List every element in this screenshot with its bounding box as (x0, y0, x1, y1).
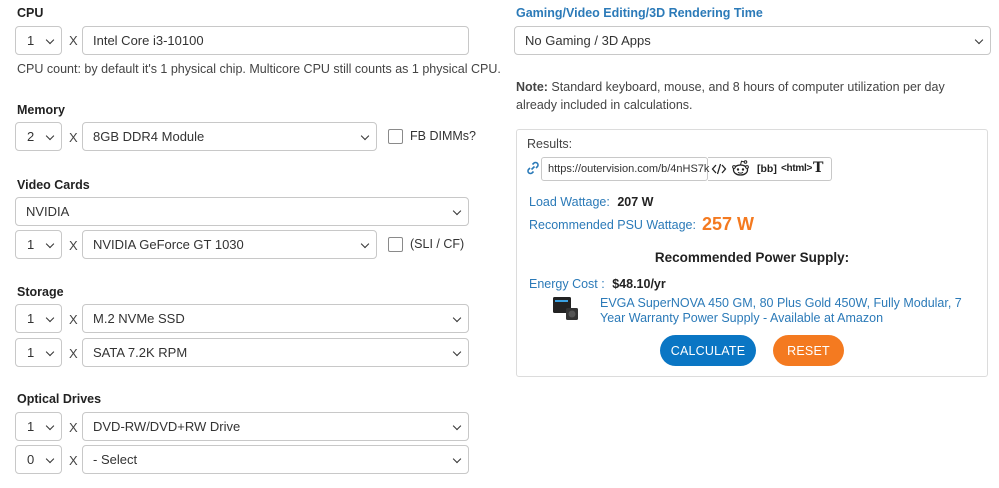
psu-wattage-row: Recommended PSU Wattage: 257 W (529, 214, 754, 235)
video-quantity-value: 1 (27, 237, 35, 252)
video-cards-label: Video Cards (17, 178, 90, 192)
optical-quantity-value: 1 (27, 419, 35, 434)
chevron-down-icon (452, 313, 462, 323)
storage-type-select-2[interactable]: SATA 7.2K RPM (82, 338, 469, 367)
load-wattage-label: Load Wattage: (529, 195, 610, 209)
storage-type-value: SATA 7.2K RPM (93, 345, 188, 360)
chevron-down-icon (45, 421, 55, 431)
gaming-time-select[interactable]: No Gaming / 3D Apps (514, 26, 991, 55)
reset-button[interactable]: RESET (773, 335, 844, 366)
chevron-down-icon (974, 35, 984, 45)
chevron-down-icon (45, 35, 55, 45)
storage-type-select-1[interactable]: M.2 NVMe SSD (82, 304, 469, 333)
multiply-sign: X (69, 346, 78, 361)
optical-type-value: DVD-RW/DVD+RW Drive (93, 419, 241, 434)
cpu-count-note: CPU count: by default it's 1 physical ch… (17, 62, 501, 76)
multiply-sign: X (69, 420, 78, 435)
gaming-time-value: No Gaming / 3D Apps (525, 33, 651, 48)
optical-type-select-1[interactable]: DVD-RW/DVD+RW Drive (82, 412, 469, 441)
storage-quantity-select-1[interactable]: 1 (15, 304, 62, 333)
optical-type-select-2[interactable]: - Select (82, 445, 469, 474)
cpu-quantity-value: 1 (27, 33, 35, 48)
fb-dimms-label: FB DIMMs? (410, 129, 476, 143)
chevron-down-icon (452, 206, 462, 216)
calculate-button[interactable]: CALCULATE (660, 335, 756, 366)
video-model-value: NVIDIA GeForce GT 1030 (93, 237, 244, 252)
multiply-sign: X (69, 312, 78, 327)
storage-quantity-value: 1 (27, 311, 35, 326)
memory-quantity-value: 2 (27, 129, 35, 144)
chevron-down-icon (45, 313, 55, 323)
cpu-label: CPU (17, 6, 44, 20)
chevron-down-icon (452, 454, 462, 464)
text-format-button[interactable]: T (813, 160, 823, 176)
share-url-value: https://outervision.com/b/4nHS7k (548, 163, 710, 175)
optical-type-value: - Select (93, 452, 138, 467)
note-bold-label: Note: (516, 80, 548, 94)
embed-code-icon[interactable] (711, 161, 727, 177)
chevron-down-icon (360, 239, 370, 249)
psu-product-link[interactable]: EVGA SuperNOVA 450 GM, 80 Plus Gold 450W… (600, 296, 972, 326)
cpu-model-value: Intel Core i3-10100 (93, 33, 204, 48)
storage-quantity-value: 1 (27, 345, 35, 360)
energy-cost-row: Energy Cost : $48.10/yr (529, 277, 666, 291)
chevron-down-icon (45, 239, 55, 249)
note-text: Standard keyboard, mouse, and 8 hours of… (516, 80, 945, 112)
chevron-down-icon (360, 131, 370, 141)
energy-cost-label: Energy Cost : (529, 277, 605, 291)
load-wattage-value: 207 W (617, 195, 654, 209)
bbcode-button[interactable]: [bb] (757, 163, 777, 175)
gaming-time-label: Gaming/Video Editing/3D Rendering Time (516, 6, 763, 20)
psu-wattage-label: Recommended PSU Wattage: (529, 217, 696, 232)
cpu-quantity-select[interactable]: 1 (15, 26, 62, 55)
fb-dimms-checkbox[interactable] (388, 129, 403, 144)
chevron-down-icon (452, 347, 462, 357)
reddit-icon[interactable] (731, 159, 750, 178)
multiply-sign: X (69, 238, 78, 253)
optical-quantity-select-2[interactable]: 0 (15, 445, 62, 474)
optical-quantity-value: 0 (27, 452, 35, 467)
recommended-psu-title: Recommended Power Supply: (654, 250, 850, 265)
psu-wattage-value: 257 W (701, 214, 755, 234)
cpu-model-input[interactable]: Intel Core i3-10100 (82, 26, 469, 55)
storage-type-value: M.2 NVMe SSD (93, 311, 185, 326)
power-supply-product-image[interactable] (551, 294, 581, 322)
storage-quantity-select-2[interactable]: 1 (15, 338, 62, 367)
chevron-down-icon (452, 421, 462, 431)
chevron-down-icon (45, 454, 55, 464)
memory-label: Memory (17, 103, 65, 117)
multiply-sign: X (69, 130, 78, 145)
utilization-note: Note: Standard keyboard, mouse, and 8 ho… (516, 78, 986, 114)
optical-drives-label: Optical Drives (17, 392, 102, 406)
video-model-select[interactable]: NVIDIA GeForce GT 1030 (82, 230, 377, 259)
energy-cost-value: $48.10/yr (612, 277, 666, 291)
memory-module-value: 8GB DDR4 Module (93, 129, 205, 144)
chevron-down-icon (45, 131, 55, 141)
sli-cf-label: (SLI / CF) (410, 237, 465, 251)
load-wattage-row: Load Wattage: 207 W (529, 195, 653, 209)
sli-cf-checkbox[interactable] (388, 237, 403, 252)
results-label: Results: (527, 137, 573, 151)
share-url-input[interactable]: https://outervision.com/b/4nHS7k (541, 157, 710, 181)
storage-label: Storage (17, 285, 64, 299)
video-brand-select[interactable]: NVIDIA (15, 197, 469, 226)
memory-quantity-select[interactable]: 2 (15, 122, 62, 151)
multiply-sign: X (69, 33, 78, 48)
html-code-button[interactable]: <html> (781, 163, 812, 174)
memory-module-select[interactable]: 8GB DDR4 Module (82, 122, 377, 151)
video-brand-value: NVIDIA (26, 204, 70, 219)
chevron-down-icon (45, 347, 55, 357)
video-quantity-select[interactable]: 1 (15, 230, 62, 259)
optical-quantity-select-1[interactable]: 1 (15, 412, 62, 441)
link-icon[interactable] (525, 160, 541, 176)
multiply-sign: X (69, 453, 78, 468)
